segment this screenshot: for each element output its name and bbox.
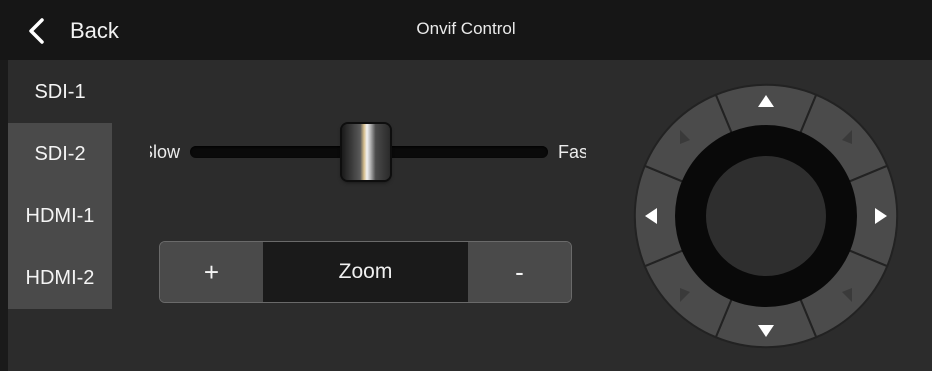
top-bar: Back Onvif Control — [0, 0, 932, 60]
input-item-hdmi-1[interactable]: HDMI-1 — [8, 185, 112, 247]
speed-slider: Slow Fast — [150, 124, 590, 180]
zoom-control: + Zoom - — [159, 241, 572, 303]
slider-thumb[interactable] — [342, 124, 390, 180]
zoom-in-button[interactable]: + — [160, 242, 263, 302]
input-item-sdi-2[interactable]: SDI-2 — [8, 123, 112, 185]
slider-max-label: Fast — [558, 142, 586, 162]
zoom-out-button[interactable]: - — [468, 242, 571, 302]
slider-min-label: Slow — [150, 142, 180, 162]
input-item-sdi-1[interactable]: SDI-1 — [8, 61, 112, 123]
zoom-label: Zoom — [263, 242, 468, 302]
page-title: Onvif Control — [416, 19, 516, 38]
input-source-list: SDI-1 SDI-2 HDMI-1 HDMI-2 — [8, 61, 112, 309]
left-edge — [0, 60, 8, 371]
ptz-joystick — [633, 83, 899, 349]
input-item-hdmi-2[interactable]: HDMI-2 — [8, 247, 112, 309]
ptz-center-pad[interactable] — [706, 156, 826, 276]
